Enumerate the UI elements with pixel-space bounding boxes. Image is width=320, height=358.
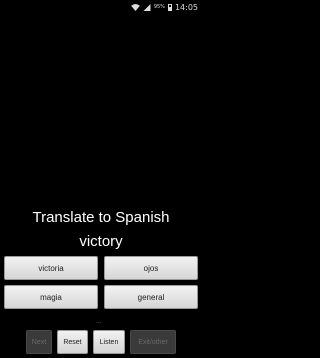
exit-button[interactable]: Exit/other [130,330,176,354]
answer-button-1[interactable]: victoria [4,256,98,280]
answer-button-3[interactable]: magia [4,285,98,309]
answer-button-4[interactable]: general [104,285,198,309]
signal-icon [143,3,151,11]
target-word: victory [79,233,123,250]
listen-button[interactable]: Listen [93,330,125,354]
wifi-icon [130,3,140,11]
battery-icon [167,3,172,11]
clock: 14:05 [174,2,198,12]
instruction-text: Translate to Spanish [32,209,170,226]
answer-button-2[interactable]: ojos [104,256,198,280]
next-button[interactable]: Next [26,330,52,354]
status-bar: 95% 14:05 [0,0,202,14]
reset-button[interactable]: Reset [57,330,88,354]
page-indicator: ... [96,318,102,325]
battery-percent: 95% [153,4,165,10]
